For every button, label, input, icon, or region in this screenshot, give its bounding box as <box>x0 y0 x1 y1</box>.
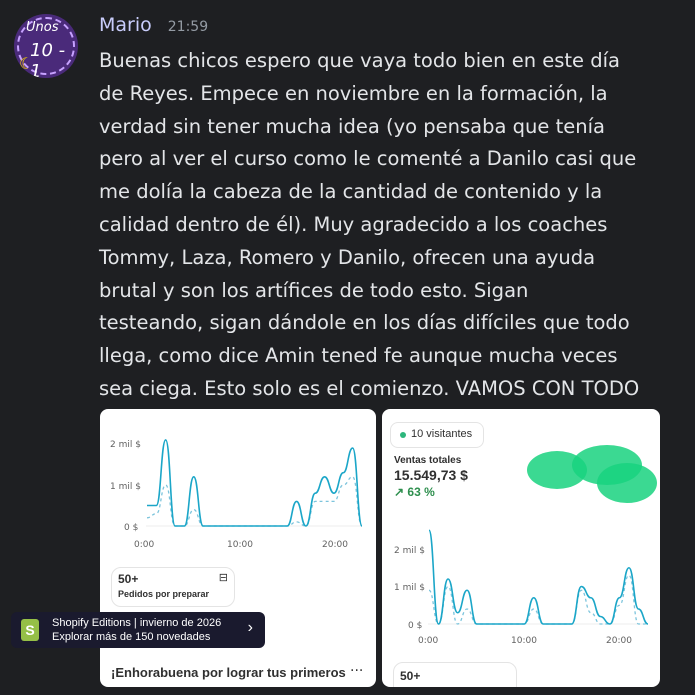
banner-title: Shopify Editions | invierno de 2026 <box>52 617 222 629</box>
orders-count: 50+ <box>118 572 139 586</box>
inbox-icon: ⊟ <box>218 572 228 584</box>
series-compare-line <box>428 574 648 625</box>
shopify-editions-banner[interactable]: S Shopify Editions | invierno de 2026 Ex… <box>11 612 265 648</box>
orders-card[interactable]: 50+ Pedidos por preparar ⊟ <box>111 567 235 607</box>
series-main-line <box>428 529 649 625</box>
x-tick-label: 20:00 <box>606 636 632 646</box>
image-attachment-2[interactable]: 10 visitantes Ventas totales 15.549,73 $… <box>382 409 660 687</box>
orders-count: 50+ <box>400 669 421 683</box>
avatar-text-bottom: 10 - 1 <box>30 40 66 78</box>
sales-chart-2: 2 mil $ 1 mil $ 0 $ 0:00 10:00 20:00 <box>394 529 649 646</box>
more-options-icon[interactable]: ··· <box>350 663 363 679</box>
orders-card[interactable]: 50+ <box>393 662 517 687</box>
x-tick-label: 10:00 <box>511 636 537 646</box>
y-tick-label: 0 $ <box>124 523 138 533</box>
message-header: Mario 21:59 <box>99 14 208 40</box>
y-tick-label: 2 mil $ <box>110 440 141 450</box>
orders-label: Pedidos por preparar <box>118 589 210 599</box>
y-tick-label: 0 $ <box>408 621 422 631</box>
avatar-text-top: Unos <box>26 20 59 35</box>
banner-subtitle: Explorar más de 150 novedades <box>52 631 211 643</box>
x-tick-label: 20:00 <box>322 540 348 550</box>
congrats-text: ¡Enhorabuena por lograr tus primeros <box>111 665 346 680</box>
message-text: Buenas chicos espero que vaya todo bien … <box>99 49 640 400</box>
avatar[interactable]: Unos 10 - 1 ☾ <box>14 14 78 78</box>
x-tick-label: 0:00 <box>418 636 438 646</box>
y-tick-label: 1 mil $ <box>394 583 425 593</box>
banana-icon: ☾ <box>19 54 34 73</box>
shopify-bag-icon: S <box>21 619 39 641</box>
x-tick-label: 10:00 <box>227 540 253 550</box>
author-name[interactable]: Mario <box>99 14 152 36</box>
chevron-right-icon: › <box>247 619 253 636</box>
sales-chart-1: 2 mil $ 1 mil $ 0 $ 0:00 10:00 20:00 <box>110 439 363 550</box>
y-tick-label: 1 mil $ <box>110 482 141 492</box>
x-tick-label: 0:00 <box>134 540 154 550</box>
y-tick-label: 2 mil $ <box>394 546 425 556</box>
timestamp[interactable]: 21:59 <box>168 19 208 35</box>
series-main-line <box>147 439 363 527</box>
chat-message: Unos 10 - 1 ☾ Mario 21:59 Buenas chicos … <box>0 0 695 695</box>
